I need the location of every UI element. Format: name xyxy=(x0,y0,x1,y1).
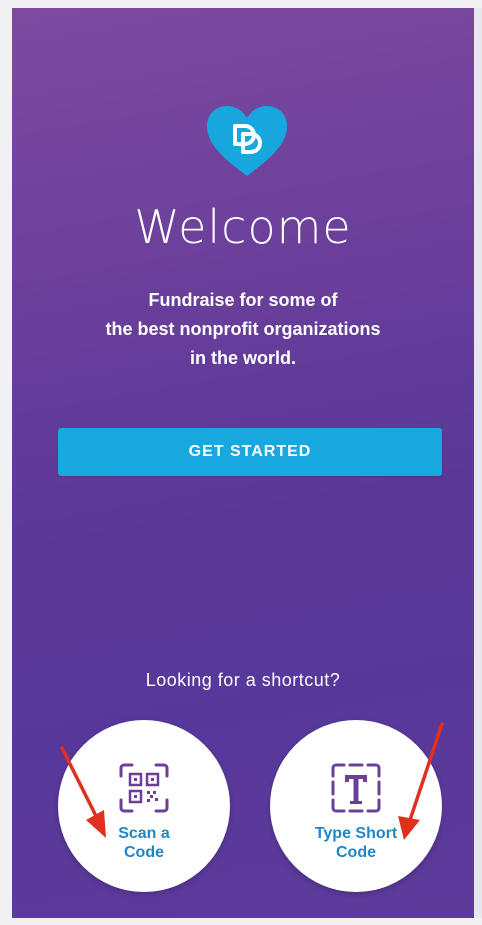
subtitle-line: Fundraise for some of xyxy=(148,290,338,310)
type-short-code-label-line: Type Short xyxy=(314,825,398,842)
type-short-code-label-line: Code xyxy=(336,844,376,861)
scan-code-label-line: Code xyxy=(124,844,164,861)
subtitle-line: in the world. xyxy=(190,348,296,368)
scan-code-label-line: Scan a xyxy=(118,825,170,842)
get-started-button[interactable]: GET STARTED xyxy=(58,428,442,476)
welcome-screen: Welcome Fundraise for some of the best n… xyxy=(12,8,474,918)
page-title: Welcome xyxy=(134,200,352,254)
shortcut-prompt: Looking for a shortcut? xyxy=(145,670,341,690)
heart-logo-icon xyxy=(207,106,287,176)
subtitle-line: the best nonprofit organizations xyxy=(105,319,381,339)
scan-code-label: Scan a Code xyxy=(79,824,209,862)
scrollbar-track xyxy=(474,8,482,918)
type-short-code-button[interactable]: Type Short Code xyxy=(270,720,442,892)
welcome-subtitle: Fundraise for some of the best nonprofit… xyxy=(52,286,434,373)
qr-code-icon xyxy=(119,763,169,813)
text-t-icon xyxy=(331,763,381,813)
type-short-code-label: Type Short Code xyxy=(291,824,421,862)
scan-code-button[interactable]: Scan a Code xyxy=(58,720,230,892)
